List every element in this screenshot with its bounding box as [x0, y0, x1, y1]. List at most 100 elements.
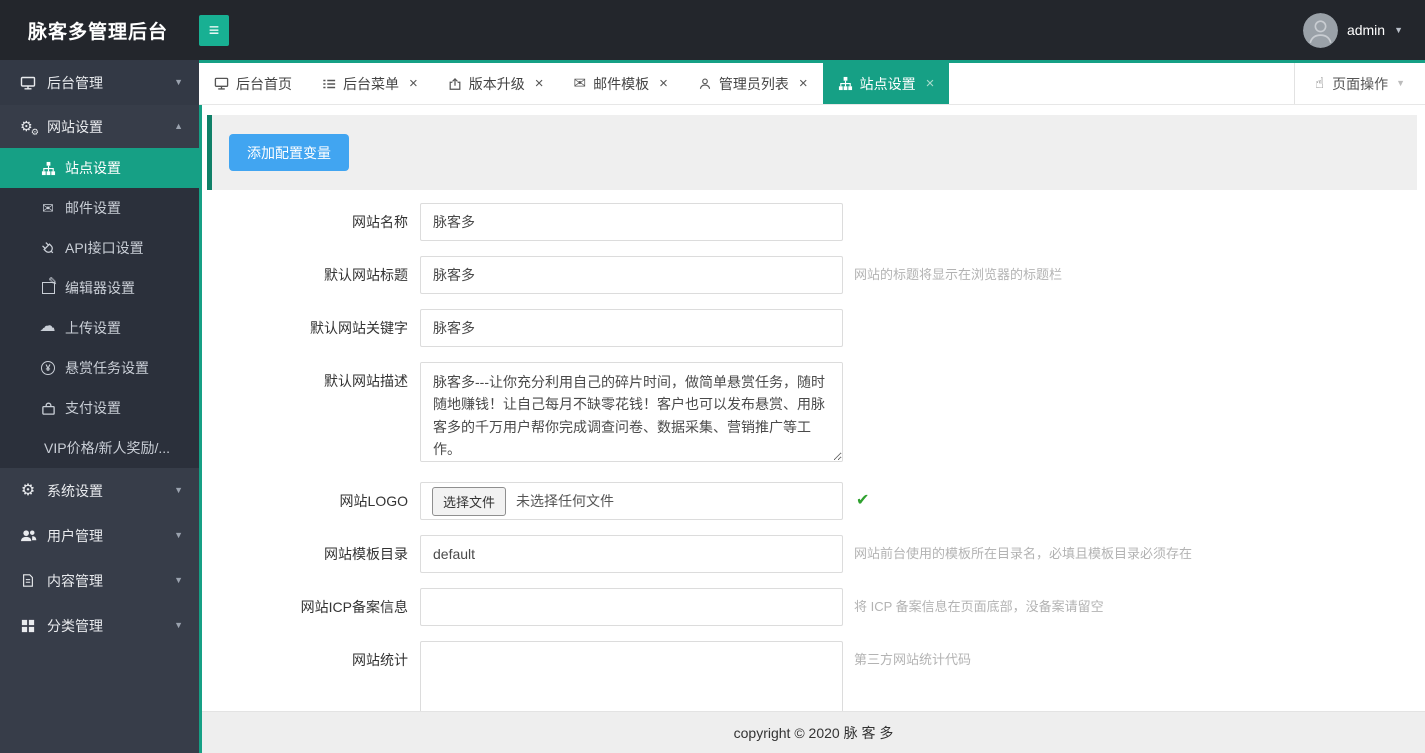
page-actions-dropdown[interactable]: ☝ 页面操作 ▼ — [1293, 63, 1425, 104]
close-icon[interactable]: × — [659, 76, 668, 91]
caret-down-icon: ▼ — [1396, 78, 1405, 88]
sidebar: 后台管理 ▼ ⚙⚙ 网站设置 ▲ 站点设置 ✉ 邮件设置 API接口设置 ✎ — [0, 60, 199, 753]
caret-down-icon: ▼ — [174, 530, 183, 540]
sidebar-item-label: 后台管理 — [47, 74, 103, 91]
form-row-default-keywords: 默认网站关键字 — [202, 309, 1425, 347]
form-row-default-title: 默认网站标题 网站的标题将显示在浏览器的标题栏 — [202, 256, 1425, 294]
sidebar-item-label: 编辑器设置 — [65, 280, 135, 296]
main-area: 后台首页 后台菜单 × 版本升级 × ✉ 邮件模板 × 管理员列表 × 站点设置… — [199, 60, 1425, 753]
tab-label: 邮件模板 — [593, 75, 650, 92]
site-config-form: 网站名称 默认网站标题 网站的标题将显示在浏览器的标题栏 默认网站关键字 默认网… — [202, 203, 1425, 751]
sidebar-item-label: 内容管理 — [47, 572, 103, 589]
add-config-variable-button[interactable]: 添加配置变量 — [229, 134, 349, 171]
form-row-site-name: 网站名称 — [202, 203, 1425, 241]
sidebar-item-label: 分类管理 — [47, 617, 103, 634]
sidebar-item-upload-settings[interactable]: ☁ ↑ 上传设置 — [0, 308, 199, 348]
user-icon — [699, 78, 710, 89]
check-icon: ✔ — [856, 492, 870, 509]
envelope-icon: ✉ — [573, 75, 587, 92]
envelope-icon: ✉ — [42, 200, 54, 216]
user-menu[interactable]: admin ▼ — [1302, 12, 1425, 48]
logo-file-input[interactable]: 选择文件 未选择任何文件 — [420, 482, 843, 520]
tab-mail-template[interactable]: ✉ 邮件模板 × — [559, 63, 683, 104]
field-label: 网站ICP备案信息 — [300, 599, 408, 615]
caret-down-icon: ▼ — [174, 620, 183, 630]
sidebar-item-site-config[interactable]: 站点设置 — [0, 148, 199, 188]
users-icon — [17, 528, 39, 543]
hamburger-icon: ≡ — [208, 20, 220, 40]
file-text-icon — [17, 573, 39, 588]
tab-label: 版本升级 — [468, 75, 525, 92]
caret-down-icon: ▼ — [174, 77, 183, 87]
default-title-input[interactable] — [420, 256, 843, 294]
sidebar-item-editor-settings[interactable]: ✎ 编辑器设置 — [0, 268, 199, 308]
toolbar-panel: 添加配置变量 — [207, 115, 1417, 190]
tab-label: 后台菜单 — [343, 75, 399, 92]
sidebar-item-label: 上传设置 — [65, 320, 121, 336]
tab-version-upgrade[interactable]: 版本升级 × — [433, 63, 559, 104]
sidebar-item-label: API接口设置 — [65, 240, 144, 256]
field-label: 默认网站关键字 — [310, 320, 408, 336]
form-row-site-logo: 网站LOGO 选择文件 未选择任何文件 ✔ — [202, 482, 1425, 520]
icp-info-input[interactable] — [420, 588, 843, 626]
sidebar-item-site-settings-group[interactable]: ⚙ ⚙ 网站设置 ▲ — [0, 105, 199, 148]
form-row-icp: 网站ICP备案信息 将 ICP 备案信息在页面底部，没备案请留空 — [202, 588, 1425, 626]
sidebar-item-label: 支付设置 — [65, 400, 121, 416]
tab-label: 站点设置 — [859, 75, 916, 92]
field-label: 默认网站标题 — [324, 267, 408, 283]
sidebar-toggle-button[interactable]: ≡ — [199, 14, 229, 46]
monitor-icon — [214, 77, 229, 90]
field-hint: 网站前台使用的模板所在目录名，必填且模板目录必须存在 — [854, 546, 1193, 561]
sidebar-item-payment-settings[interactable]: 支付设置 — [0, 388, 199, 428]
form-row-template-dir: 网站模板目录 网站前台使用的模板所在目录名，必填且模板目录必须存在 — [202, 535, 1425, 573]
sidebar-item-reward-task-settings[interactable]: ¥ 悬赏任务设置 — [0, 348, 199, 388]
cogs-icon: ⚙ ⚙ — [20, 117, 39, 137]
hand-pointer-icon: ☝ — [1314, 75, 1325, 92]
site-name-input[interactable] — [420, 203, 843, 241]
field-hint: 网站的标题将显示在浏览器的标题栏 — [854, 267, 1063, 282]
sidebar-item-label: 网站设置 — [47, 118, 103, 135]
sidebar-item-system-settings[interactable]: ⚙ 系统设置 ▼ — [0, 468, 199, 513]
close-icon[interactable]: × — [799, 76, 808, 91]
default-description-textarea[interactable]: 脉客多---让你充分利用自己的碎片时间，做简单悬赏任务，随时随地赚钱！让自己每月… — [420, 362, 843, 462]
monitor-icon — [17, 75, 39, 91]
content-area: 添加配置变量 网站名称 默认网站标题 网站的标题将显示在浏览器的标题栏 默认网站… — [199, 105, 1425, 753]
caret-up-icon: ▲ — [174, 121, 183, 131]
sidebar-item-vip-price[interactable]: VIP价格/新人奖励/... — [0, 428, 199, 468]
sidebar-item-label: 用户管理 — [47, 527, 103, 544]
sidebar-item-label: 系统设置 — [47, 482, 103, 499]
field-label: 网站名称 — [352, 214, 408, 230]
tab-backend-menu[interactable]: 后台菜单 × — [307, 63, 433, 104]
caret-down-icon: ▼ — [174, 485, 183, 495]
sidebar-item-category-management[interactable]: 分类管理 ▼ — [0, 603, 199, 648]
sidebar-item-api-settings[interactable]: API接口设置 — [0, 228, 199, 268]
field-label: 默认网站描述 — [324, 373, 408, 389]
sidebar-item-mail-settings[interactable]: ✉ 邮件设置 — [0, 188, 199, 228]
close-icon[interactable]: × — [926, 76, 935, 91]
cloud-upload-icon: ☁ ↑ — [39, 318, 56, 335]
sidebar-item-backend-admin[interactable]: 后台管理 ▼ — [0, 60, 199, 105]
close-icon[interactable]: × — [535, 76, 544, 91]
tab-site-config[interactable]: 站点设置 × — [822, 63, 950, 104]
default-keywords-input[interactable] — [420, 309, 843, 347]
user-avatar-icon — [1302, 12, 1338, 48]
field-label: 网站LOGO — [339, 493, 408, 509]
sidebar-item-user-management[interactable]: 用户管理 ▼ — [0, 513, 199, 558]
list-icon — [323, 79, 336, 88]
briefcase-icon — [37, 401, 59, 416]
gear-icon: ⚙ — [20, 481, 36, 499]
sidebar-item-content-management[interactable]: 内容管理 ▼ — [0, 558, 199, 603]
field-hint: 将 ICP 备案信息在页面底部，没备案请留空 — [854, 599, 1104, 614]
app-header: 脉客多管理后台 ≡ admin ▼ — [0, 0, 1425, 60]
caret-down-icon: ▼ — [174, 575, 183, 585]
tab-admin-list[interactable]: 管理员列表 × — [683, 63, 823, 104]
tab-dashboard[interactable]: 后台首页 — [199, 63, 307, 104]
tab-label: 后台首页 — [236, 75, 292, 92]
choose-file-button[interactable]: 选择文件 — [432, 486, 507, 516]
copyright-footer: copyright © 2020 脉 客 多 — [202, 711, 1425, 753]
file-status-text: 未选择任何文件 — [516, 493, 615, 509]
yen-circle-icon: ¥ — [37, 361, 59, 375]
template-dir-input[interactable] — [420, 535, 843, 573]
close-icon[interactable]: × — [409, 76, 418, 91]
avatar — [1302, 12, 1338, 48]
